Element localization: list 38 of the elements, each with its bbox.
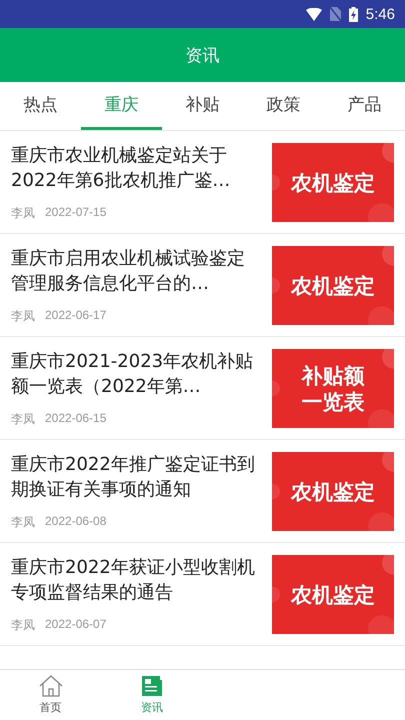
article-item[interactable]: 重庆市2022年获证小型收割机专项监督结果的通告 李凤 2022-06-07 农机鉴定 [0, 543, 405, 646]
thumbnail-caption: 农机鉴定 [291, 478, 375, 504]
article-item[interactable]: 重庆市启用农业机械试验鉴定管理服务信息化平台的… 李凤 2022-06-17 农机鉴定 [0, 234, 405, 337]
article-title: 重庆市2021-2023年农机补贴额一览表（2022年第… [11, 350, 254, 399]
article-item[interactable]: 重庆市农业机械鉴定站关于2022年第6批农机推广鉴… 李凤 2022-07-15 农机鉴定 [0, 131, 405, 234]
nav-item[interactable]: 首页 [0, 670, 102, 720]
article-author: 李凤 [11, 617, 35, 634]
thumbnail-caption: 农机鉴定 [291, 170, 375, 196]
news-icon [140, 675, 163, 697]
article-author: 李凤 [11, 308, 35, 325]
article-item[interactable]: 重庆市2022年推广鉴定证书到期换证有关事项的通知 李凤 2022-06-08 农机鉴定 [0, 440, 405, 543]
article-date: 2022-06-17 [45, 308, 106, 324]
header-title: 资讯 [186, 44, 220, 66]
article-author: 李凤 [11, 514, 35, 531]
wifi-icon [306, 8, 322, 20]
category-tab[interactable]: 热点 [0, 82, 81, 130]
article-title: 重庆市2022年推广鉴定证书到期换证有关事项的通知 [11, 453, 256, 502]
home-icon [38, 675, 63, 697]
thumbnail-caption: 补贴额 [302, 362, 364, 388]
article-date: 2022-06-08 [45, 514, 106, 530]
thumbnail-caption: 农机鉴定 [291, 582, 375, 608]
status-time: 5:46 [366, 6, 395, 22]
article-title: 重庆市2022年获证小型收割机专项监督结果的通告 [11, 556, 256, 605]
article-author: 李凤 [11, 411, 35, 428]
article-date: 2022-07-15 [45, 205, 106, 221]
category-tab[interactable]: 补贴 [162, 82, 243, 130]
thumbnail-caption: 一览表 [302, 388, 364, 414]
article-item[interactable]: 重庆市2021-2023年农机补贴额一览表（2022年第… 李凤 2022-06-15 补贴额 一览表 [0, 337, 405, 440]
category-tab[interactable]: 产品 [324, 82, 405, 130]
thumbnail-caption: 农机鉴定 [291, 272, 375, 298]
article-author: 李凤 [11, 205, 35, 222]
category-tab[interactable]: 政策 [243, 82, 324, 130]
article-title: 重庆市农业机械鉴定站关于2022年第6批农机推广鉴… [11, 144, 232, 193]
article-title: 重庆市启用农业机械试验鉴定管理服务信息化平台的… [11, 247, 246, 296]
battery-charging-icon [348, 6, 358, 22]
article-date: 2022-06-15 [45, 411, 106, 427]
no-sim-icon [330, 7, 341, 21]
article-date: 2022-06-07 [45, 617, 106, 633]
